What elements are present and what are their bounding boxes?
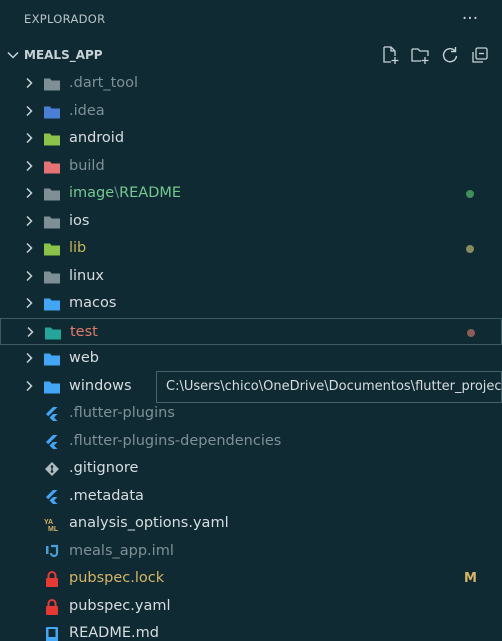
path-tooltip: C:\Users\chico\OneDrive\Documentos\flutt… <box>156 371 502 403</box>
collapse-all-icon[interactable] <box>470 45 492 67</box>
chevron-right-icon <box>26 187 33 199</box>
tree-item-label: test <box>70 323 98 340</box>
chevron-right-icon <box>26 105 33 116</box>
tree-folder-row[interactable]: image\README <box>0 180 502 207</box>
tree-folder-row[interactable]: linux <box>0 263 502 290</box>
tree-file-row[interactable]: .metadata <box>0 483 502 510</box>
tree-item-label: .gitignore <box>69 460 139 476</box>
tree-item-label: .idea <box>69 102 105 119</box>
tree-file-row[interactable]: .flutter-plugins <box>0 400 502 427</box>
tree-item-label: pubspec.lock <box>69 570 165 586</box>
tree-file-row[interactable]: README.md <box>0 620 502 641</box>
git-status-dot <box>466 245 474 253</box>
tree-item-label: README.md <box>69 625 159 641</box>
more-actions-icon[interactable]: ··· <box>458 7 482 31</box>
git-status-dot <box>467 328 475 337</box>
new-folder-icon[interactable] <box>410 45 432 67</box>
tree-item-label: .flutter-plugins-dependencies <box>69 432 282 449</box>
tree-item-label: analysis_options.yaml <box>69 515 229 531</box>
explorer-header: EXPLORADOR ··· <box>0 0 502 40</box>
chevron-right-icon <box>26 380 33 391</box>
git-status-badge: M <box>464 571 477 586</box>
tree-folder-row[interactable]: ios <box>0 208 502 235</box>
tree-folder-row[interactable]: .dart_tool <box>0 70 502 97</box>
tree-item-label: windows <box>69 377 132 394</box>
tree-folder-row[interactable]: test <box>0 317 502 345</box>
tree-item-label: android <box>69 130 125 146</box>
explorer-title: EXPLORADOR <box>24 12 106 26</box>
tree-file-row[interactable]: meals_app.iml <box>0 538 502 565</box>
chevron-right-icon <box>26 352 33 364</box>
tree-item-label: web <box>69 350 99 366</box>
tree-item-label: pubspec.yaml <box>69 597 171 614</box>
tree-item-label: linux <box>69 267 105 284</box>
chevron-right-icon <box>26 132 33 144</box>
svg-text:ML: ML <box>48 526 59 532</box>
tree-item-label: image\README <box>69 185 182 201</box>
tree-folder-row[interactable]: web <box>0 345 502 372</box>
tree-folder-row[interactable]: android <box>0 125 502 152</box>
workspace-section-header[interactable]: MEALS_APP <box>0 43 502 69</box>
svg-text:YA: YA <box>44 519 53 526</box>
tree-item-label: macos <box>69 295 117 311</box>
tree-item-label: ios <box>69 212 90 229</box>
tree-item-label: meals_app.iml <box>69 542 174 559</box>
chevron-down-icon <box>7 51 19 59</box>
tree-file-row[interactable]: YA ML analysis_options.yaml <box>0 510 502 537</box>
chevron-right-icon <box>26 297 33 309</box>
tree-file-row[interactable]: pubspec.yaml <box>0 593 502 620</box>
chevron-right-icon <box>26 77 33 89</box>
chevron-right-icon <box>26 270 33 281</box>
chevron-right-icon <box>26 242 33 254</box>
tree-item-label: .dart_tool <box>69 75 139 91</box>
tree-folder-row[interactable]: .idea <box>0 98 502 125</box>
tree-folder-row[interactable]: lib <box>0 235 502 262</box>
tree-file-row[interactable]: .gitignore <box>0 455 502 482</box>
tree-folder-row[interactable]: macos <box>0 290 502 317</box>
workspace-title: MEALS_APP <box>24 48 103 62</box>
chevron-right-icon <box>27 326 34 337</box>
tree-file-row[interactable]: .flutter-plugins-dependencies <box>0 428 502 455</box>
chevron-right-icon <box>26 215 33 226</box>
tree-item-label: lib <box>69 240 87 256</box>
explorer-panel: EXPLORADOR ··· MEALS_APP .dart_tool .idea… <box>0 0 502 641</box>
new-file-icon[interactable] <box>380 45 402 67</box>
tree-item-label: .flutter-plugins <box>69 405 175 421</box>
chevron-right-icon <box>26 160 33 171</box>
tree-item-label: build <box>69 157 105 174</box>
tree-folder-row[interactable]: build <box>0 153 502 180</box>
tree-file-row[interactable]: pubspec.lock M <box>0 565 502 592</box>
tree-item-label: .metadata <box>69 487 144 504</box>
refresh-icon[interactable] <box>440 45 462 67</box>
git-status-dot <box>466 190 474 198</box>
